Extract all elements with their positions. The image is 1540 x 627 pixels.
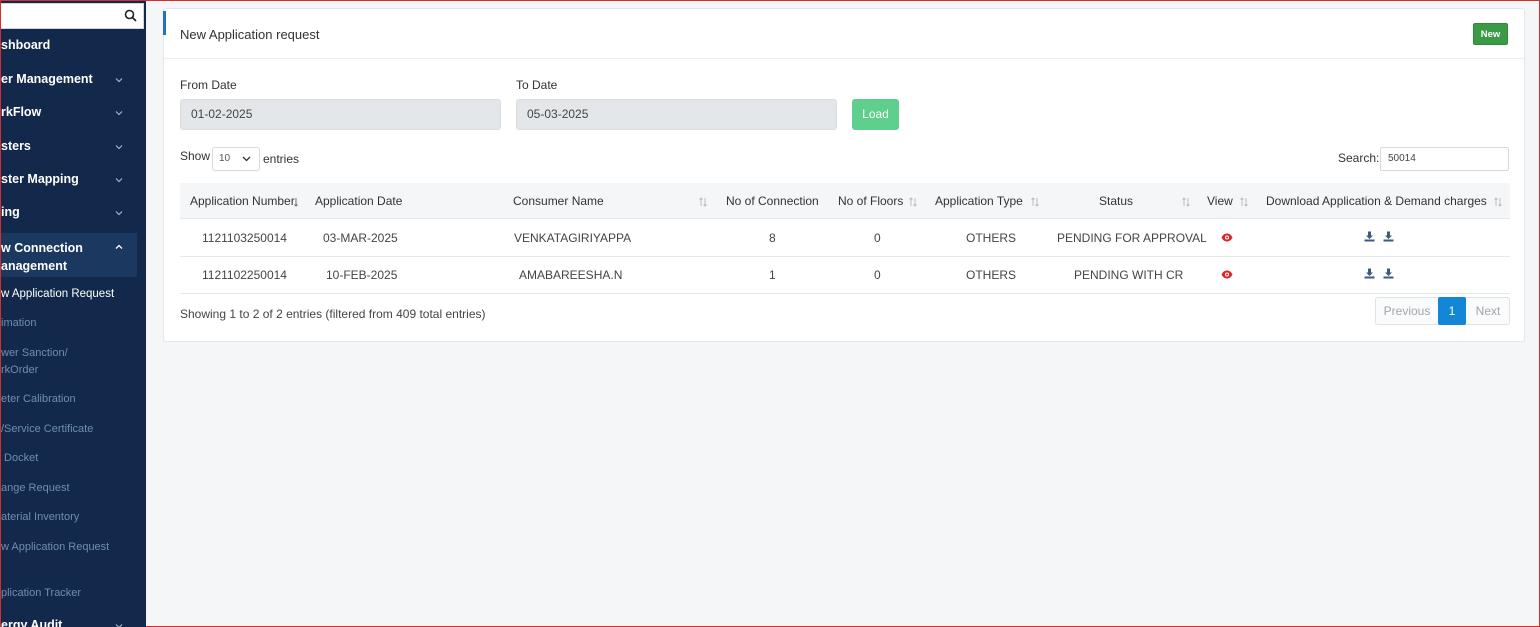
cell-application-date: 03-MAR-2025 [323, 231, 398, 245]
cell-status: PENDING WITH CR [1074, 268, 1184, 282]
sidebar-item-dashboard[interactable]: shboard [1, 38, 137, 56]
sidebar-subitem-service-certificate[interactable]: /Service Certificate [1, 421, 93, 438]
entries-per-page-value: 10 [219, 153, 231, 164]
sidebar-subitem-material-inventory[interactable]: aterial Inventory [1, 509, 79, 526]
cell-no-of-connection: 1 [769, 268, 776, 282]
eye-icon[interactable] [1221, 270, 1233, 279]
download-application-icon[interactable] [1364, 268, 1375, 279]
table-row: 1121102250014 10-FEB-2025 AMABAREESHA.N … [180, 257, 1510, 294]
cell-application-type: OTHERS [966, 268, 1017, 282]
sidebar-subitem-docket[interactable]: Docket [1, 450, 38, 467]
column-header-application-type[interactable]: Application Type [935, 194, 1023, 208]
previous-page-button[interactable]: Previous [1376, 298, 1438, 324]
table-info-text: Showing 1 to 2 of 2 entries (filtered fr… [180, 307, 486, 321]
column-header-application-date[interactable]: Application Date [315, 194, 402, 208]
sidebar-subitem-meter-calibration[interactable]: eter Calibration [1, 391, 76, 408]
download-application-icon[interactable] [1364, 231, 1375, 242]
sort-icon[interactable] [1031, 197, 1039, 207]
sidebar-subitem-application-tracker[interactable]: plication Tracker [1, 585, 81, 602]
to-date-label: To Date [516, 78, 558, 92]
sidebar-subitem-new-application-request[interactable]: w Application Request [1, 286, 114, 303]
cell-application-type: OTHERS [966, 231, 1017, 245]
table-search-input[interactable]: 50014 [1380, 147, 1509, 171]
to-date-input[interactable]: 05-03-2025 [516, 99, 837, 130]
sidebar-item-label: ster Mapping [1, 172, 79, 186]
sort-icon[interactable] [294, 197, 302, 207]
chevron-down-icon [115, 178, 123, 183]
chevron-down-icon [115, 145, 123, 150]
chevron-down-icon [115, 211, 123, 216]
sort-icon[interactable] [1182, 197, 1190, 207]
from-date-input[interactable]: 01-02-2025 [180, 99, 501, 130]
cell-application-number: 1121103250014 [202, 231, 287, 245]
sidebar-subitem-estimation[interactable]: imation [1, 315, 36, 332]
sidebar-item-label: rkFlow [1, 105, 42, 119]
chevron-down-icon [115, 78, 123, 83]
show-label: Show [180, 149, 211, 163]
sidebar-item-user-management[interactable]: er Management [1, 72, 137, 90]
sidebar-item-label: sters [1, 139, 31, 153]
card-accent-bar [163, 11, 166, 35]
sort-icon[interactable] [909, 197, 917, 207]
chevron-down-icon [115, 624, 123, 627]
column-header-download[interactable]: Download Application & Demand charges [1266, 194, 1487, 208]
cell-consumer-name: VENKATAGIRIYAPPA [514, 231, 632, 245]
chevron-down-icon [242, 156, 251, 162]
from-date-label: From Date [180, 78, 237, 92]
column-header-no-of-floors[interactable]: No of Floors [838, 194, 903, 208]
table-header: Application Number Application Date Cons… [180, 183, 1510, 219]
download-demand-charges-icon[interactable] [1383, 268, 1394, 279]
chevron-down-icon [115, 111, 123, 116]
eye-icon[interactable] [1221, 233, 1233, 242]
sidebar-item-label: w Connection anagement [1, 241, 83, 273]
sidebar-item-label: shboard [1, 38, 51, 52]
load-button[interactable]: Load [852, 99, 899, 130]
sidebar-subitem-new-application-request-2[interactable]: w Application Request [1, 539, 109, 556]
sort-icon[interactable] [1494, 197, 1502, 207]
cell-no-of-floors: 0 [874, 268, 881, 282]
sort-icon[interactable] [699, 197, 707, 207]
sidebar-item-label: er Management [1, 72, 93, 86]
chevron-up-icon [115, 244, 123, 249]
sidebar-item-billing[interactable]: ing [1, 205, 137, 223]
sidebar-item-master-mapping[interactable]: ster Mapping [1, 172, 137, 190]
cell-application-date: 10-FEB-2025 [326, 268, 398, 282]
new-button[interactable]: New [1473, 23, 1508, 45]
entries-per-page-select[interactable]: 10 [212, 147, 260, 171]
cell-no-of-floors: 0 [874, 231, 881, 245]
column-header-status[interactable]: Status [1099, 194, 1133, 208]
column-header-view[interactable]: View [1207, 194, 1233, 208]
sidebar-subitem-change-request[interactable]: ange Request [1, 480, 70, 497]
card-divider [164, 58, 1524, 59]
sidebar-item-new-connection-management[interactable]: w Connection anagement [1, 233, 137, 277]
table-search-label: Search: [1338, 151, 1380, 165]
page-title: New Application request [180, 27, 320, 42]
page-1-button[interactable]: 1 [1438, 297, 1466, 325]
application-request-card: New Application request New From Date 01… [163, 8, 1525, 342]
sidebar-item-label: ing [1, 205, 20, 219]
cell-status: PENDING FOR APPROVAL [1057, 231, 1207, 245]
sidebar-subitem-power-sanction[interactable]: wer Sanction/ rkOrder [1, 345, 68, 379]
column-header-application-number[interactable]: Application Number [190, 194, 295, 208]
cell-application-number: 1121102250014 [202, 268, 287, 282]
column-header-no-of-connection[interactable]: No of Connection [726, 194, 819, 208]
sort-icon[interactable] [1240, 197, 1248, 207]
entries-label: entries [263, 152, 300, 166]
download-demand-charges-icon[interactable] [1383, 231, 1394, 242]
sidebar-search-input[interactable] [1, 3, 144, 29]
table-row: 1121103250014 03-MAR-2025 VENKATAGIRIYAP… [180, 220, 1510, 257]
sidebar-item-masters[interactable]: sters [1, 139, 137, 157]
sidebar: shboard er Management rkFlow sters ster … [1, 1, 146, 627]
search-icon[interactable] [124, 9, 137, 22]
pagination: Previous 1 Next [1375, 297, 1510, 325]
sidebar-item-energy-audit[interactable]: ergy Audit [1, 618, 137, 627]
next-page-button[interactable]: Next [1466, 298, 1510, 324]
cell-no-of-connection: 8 [769, 231, 776, 245]
sidebar-item-label: ergy Audit [1, 618, 63, 627]
cell-consumer-name: AMABAREESHA.N [519, 268, 623, 282]
column-header-consumer-name[interactable]: Consumer Name [513, 194, 604, 208]
sidebar-item-workflow[interactable]: rkFlow [1, 105, 137, 123]
